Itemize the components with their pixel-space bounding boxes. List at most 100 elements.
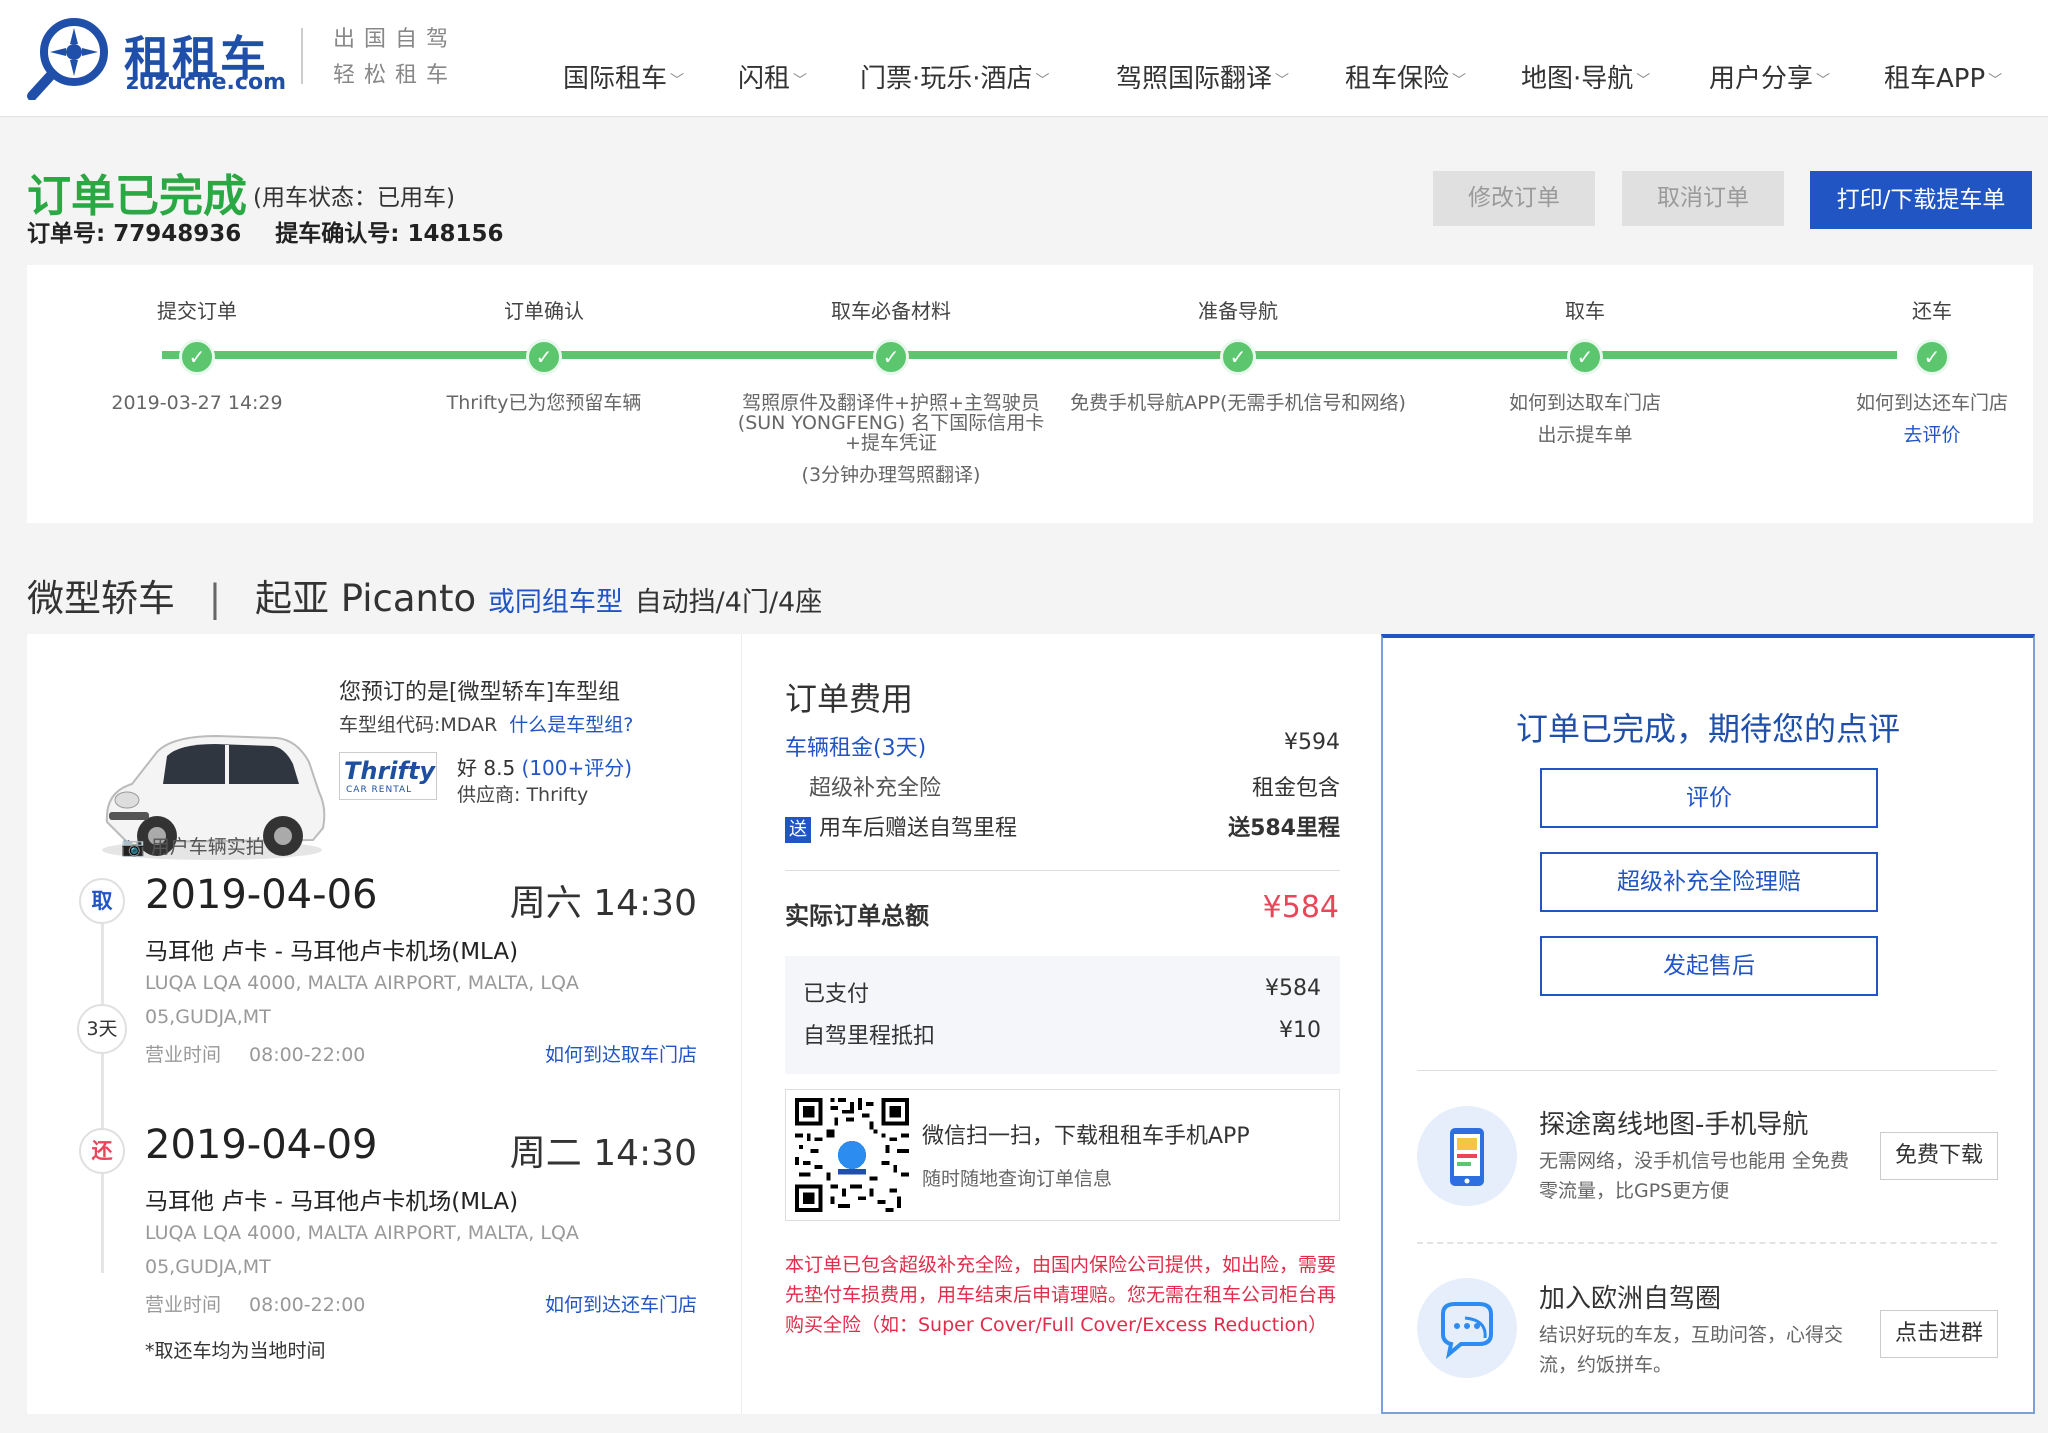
supplier-name: 供应商: Thrifty xyxy=(457,784,589,806)
pickup-address: LUQA LQA 4000, MALTA AIRPORT, MALTA, LQA… xyxy=(145,972,579,1028)
pickup-location: 马耳他 卢卡 - 马耳他卢卡机场(MLA) xyxy=(145,939,519,965)
qr-title: 微信扫一扫，下载租租车手机APP xyxy=(922,1124,1250,1149)
check-icon: ✓ xyxy=(526,339,562,375)
chevron-down-icon: ﹀ xyxy=(1988,72,2003,89)
progress-line xyxy=(162,351,1897,359)
car-photo-caption: 📷 用户车辆实拍 xyxy=(121,836,265,858)
order-number: 订单号: 77948936 xyxy=(27,221,242,247)
logo-magnifier-icon xyxy=(27,18,108,100)
cancel-order-button[interactable]: 取消订单 xyxy=(1622,171,1784,226)
usage-status: (用车状态：已用车) xyxy=(253,185,455,211)
write-review-link[interactable]: 去评价 xyxy=(1762,425,2048,445)
return-time: 周二 14:30 xyxy=(509,1133,697,1174)
nav-item-map-navigation[interactable]: 地图·导航 ﹀ xyxy=(1521,58,1650,95)
trip-timeline xyxy=(101,888,104,1273)
review-divider xyxy=(1417,1070,1997,1071)
logo-text-en: zuzuche.com xyxy=(126,70,286,95)
chevron-down-icon: ﹀ xyxy=(1452,72,1467,89)
car-model: 起亚 Picanto xyxy=(255,577,477,620)
pickup-directions-link[interactable]: 如何到达取车门店 xyxy=(545,1040,697,1067)
nav-item-license-translation[interactable]: 驾照国际翻译 ﹀ xyxy=(1116,58,1289,95)
insurance-warning: 本订单已包含超级补充全险，由国内保险公司提供，如出险，需要先垫付车损费用，用车结… xyxy=(785,1254,1337,1336)
phone-map-icon xyxy=(1417,1106,1517,1206)
after-sales-button[interactable]: 发起售后 xyxy=(1540,936,1878,996)
pickup-time: 周六 14:30 xyxy=(509,883,697,924)
check-icon: ✓ xyxy=(873,339,909,375)
similar-models-link[interactable]: 或同组车型 xyxy=(488,587,623,618)
chevron-down-icon: ﹀ xyxy=(1275,72,1290,89)
return-date: 2019-04-09 xyxy=(145,1122,378,1168)
payment-summary: 已支付 ¥584 自驾里程抵扣 ¥10 xyxy=(785,956,1340,1074)
car-spec: 自动挡/4门/4座 xyxy=(634,587,823,618)
offline-map-desc: 无需网络，没手机信号也能用 全免费零流量，比GPS更方便 xyxy=(1539,1150,1850,1202)
return-address: LUQA LQA 4000, MALTA AIRPORT, MALTA, LQA… xyxy=(145,1222,579,1278)
heading-divider: | xyxy=(208,577,222,620)
supplier-logo: Thrifty CAR RENTAL xyxy=(339,752,437,800)
site-header: 租租车 zuzuche.com 出国自驾 轻松租车 国际租车 ﹀ 闪租 ﹀ 门票·玩… xyxy=(0,0,2048,117)
nav-item-flash-rental[interactable]: 闪租 ﹀ xyxy=(738,58,807,95)
gift-badge: 送 xyxy=(785,817,811,843)
slogan-divider xyxy=(301,28,303,84)
check-icon: ✓ xyxy=(179,339,215,375)
europe-group-desc: 结识好玩的车友，互助问答，心得交流，约饭拼车。 xyxy=(1539,1324,1844,1376)
what-is-group-link[interactable]: 什么是车型组? xyxy=(509,714,633,736)
app-download-box: 微信扫一扫，下载租租车手机APP 随时随地查询订单信息 xyxy=(785,1089,1340,1221)
free-download-button[interactable]: 免费下载 xyxy=(1880,1132,1998,1180)
chevron-down-icon: ﹀ xyxy=(1636,72,1651,89)
chevron-down-icon: ﹀ xyxy=(793,72,808,89)
nav-item-rental-insurance[interactable]: 租车保险 ﹀ xyxy=(1345,58,1466,95)
rating-count-link[interactable]: (100+评分) xyxy=(522,756,633,780)
rental-duration: 3天 xyxy=(77,1004,127,1054)
join-group-button[interactable]: 点击进群 xyxy=(1880,1310,1998,1358)
slogan: 出国自驾 轻松租车 xyxy=(333,22,457,94)
promo-divider xyxy=(1417,1242,1997,1244)
qr-subtitle: 随时随地查询订单信息 xyxy=(922,1168,1113,1190)
rent-detail-link[interactable]: 车辆租金(3天) xyxy=(785,730,926,762)
car-heading: 微型轿车 | 起亚 Picanto 或同组车型 自动挡/4门/4座 xyxy=(27,568,822,622)
check-icon: ✓ xyxy=(1567,339,1603,375)
total-label: 实际订单总额 xyxy=(785,902,929,930)
pickup-hours: 营业时间 08:00-22:00 xyxy=(145,1044,366,1066)
check-icon: ✓ xyxy=(1220,339,1256,375)
nav-item-rental-app[interactable]: 租车APP ﹀ xyxy=(1884,58,2002,95)
chevron-down-icon: ﹀ xyxy=(1816,72,1831,89)
local-time-note: *取还车均为当地时间 xyxy=(145,1340,326,1362)
return-location: 马耳他 卢卡 - 马耳他卢卡机场(MLA) xyxy=(145,1189,519,1215)
chevron-down-icon: ﹀ xyxy=(1035,72,1050,89)
order-numbers: 订单号: 77948936 提车确认号: 148156 xyxy=(27,214,537,248)
nav-item-user-sharing[interactable]: 用户分享 ﹀ xyxy=(1709,58,1830,95)
print-voucher-button[interactable]: 打印/下载提车单 xyxy=(1810,171,2032,229)
return-directions-link[interactable]: 如何到达还车门店 xyxy=(545,1290,697,1317)
car-category: 微型轿车 xyxy=(27,577,175,620)
rental-details-panel: 📷 用户车辆实拍 您预订的是[微型轿车]车型组 车型组代码:MDAR 什么是车型组… xyxy=(27,634,741,1414)
return-hours: 营业时间 08:00-22:00 xyxy=(145,1294,366,1316)
return-badge: 还 xyxy=(79,1128,125,1174)
slogan-line-1: 出国自驾 xyxy=(333,27,458,52)
qr-code[interactable] xyxy=(795,1098,909,1212)
review-button[interactable]: 评价 xyxy=(1540,768,1878,828)
chat-bubble-icon xyxy=(1417,1278,1517,1378)
europe-group-title: 加入欧洲自驾圈 xyxy=(1539,1284,1722,1314)
site-logo[interactable]: 租租车 zuzuche.com xyxy=(26,14,286,100)
order-fees-panel: 订单费用 车辆租金(3天) ¥594 超级补充全险 租金包含 送用车后赠送自驾里… xyxy=(741,634,1381,1414)
check-icon: ✓ xyxy=(1914,339,1950,375)
fees-divider xyxy=(785,870,1340,871)
pickup-date: 2019-04-06 xyxy=(145,872,378,918)
slogan-line-2: 轻松租车 xyxy=(333,63,458,88)
modify-order-button[interactable]: 修改订单 xyxy=(1433,171,1595,226)
nav-item-international-rental[interactable]: 国际租车 ﹀ xyxy=(563,58,684,95)
review-title: 订单已完成，期待您的点评 xyxy=(1515,710,1900,748)
nav-item-tickets-hotels[interactable]: 门票·玩乐·酒店 ﹀ xyxy=(860,58,1050,95)
pickup-confirm-number: 提车确认号: 148156 xyxy=(275,221,504,247)
total-amount: ¥584 xyxy=(1262,890,1339,925)
pickup-badge: 取 xyxy=(79,878,125,924)
fees-title: 订单费用 xyxy=(785,680,914,718)
offline-map-title: 探途离线地图-手机导航 xyxy=(1539,1110,1809,1140)
car-group-code: 车型组代码:MDAR 什么是车型组? xyxy=(339,714,634,736)
car-group-title: 您预订的是[微型轿车]车型组 xyxy=(339,680,621,705)
insurance-claim-button[interactable]: 超级补充全险理赔 xyxy=(1540,852,1878,912)
order-progress: 提交订单 ✓ 2019-03-27 14:29 订单确认 ✓ Thrifty已为… xyxy=(27,265,2033,523)
supplier-rating: 好 8.5 (100+评分) xyxy=(457,756,633,780)
review-panel: 订单已完成，期待您的点评 评价 超级补充全险理赔 发起售后 探途离线地图-手机导… xyxy=(1381,634,2035,1414)
camera-icon: 📷 xyxy=(121,836,145,858)
